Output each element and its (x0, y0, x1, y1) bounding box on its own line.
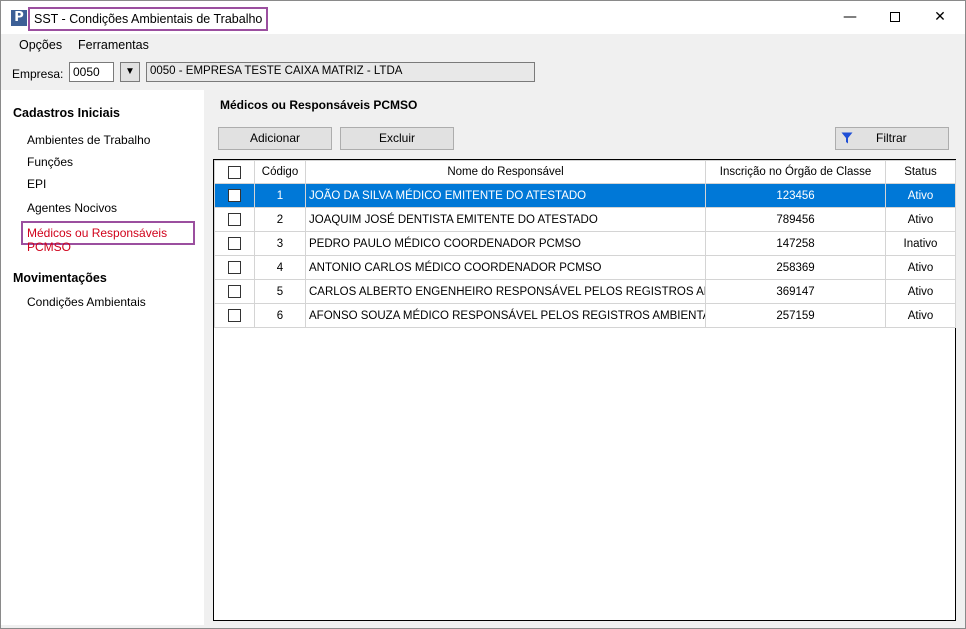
maximize-icon (890, 12, 900, 22)
filter-button[interactable]: Filtrar (835, 127, 949, 150)
empresa-code-input[interactable]: 0050 (69, 62, 114, 82)
checkbox-icon (228, 261, 241, 274)
delete-button[interactable]: Excluir (340, 127, 454, 150)
cell-nome: PEDRO PAULO MÉDICO COORDENADOR PCMSO (305, 231, 706, 256)
table-row[interactable]: 2 JOAQUIM JOSÉ DENTISTA EMITENTE DO ATES… (214, 207, 956, 232)
checkbox-icon (228, 237, 241, 250)
cell-inscricao: 147258 (705, 231, 886, 256)
cell-status: Ativo (885, 279, 956, 304)
checkbox-icon (228, 309, 241, 322)
cell-codigo: 5 (254, 279, 306, 304)
app-logo-icon: P (11, 10, 27, 26)
app-window: P SST - Condições Ambientais de Trabalho… (0, 0, 966, 629)
cell-inscricao: 123456 (705, 183, 886, 208)
cell-status: Ativo (885, 255, 956, 280)
sidebar-item-agentes[interactable]: Agentes Nocivos (27, 201, 117, 215)
menu-opcoes[interactable]: Opções (19, 38, 62, 52)
checkbox-icon (228, 165, 241, 179)
title-bar[interactable]: P SST - Condições Ambientais de Trabalho… (1, 1, 965, 34)
table-row[interactable]: 1 JOÃO DA SILVA MÉDICO EMITENTE DO ATEST… (214, 183, 956, 208)
responsaveis-table: Código Nome do Responsável Inscrição no … (213, 159, 956, 621)
checkbox-icon (228, 285, 241, 298)
maximize-button[interactable] (872, 1, 918, 34)
row-checkbox[interactable] (214, 255, 255, 280)
cell-codigo: 4 (254, 255, 306, 280)
column-header-nome[interactable]: Nome do Responsável (305, 160, 706, 184)
minimize-button[interactable]: — (827, 1, 873, 34)
cell-status: Ativo (885, 207, 956, 232)
filter-icon (841, 132, 853, 144)
sidebar-item-funcoes[interactable]: Funções (27, 155, 73, 169)
menu-ferramentas[interactable]: Ferramentas (78, 38, 149, 52)
cell-nome: JOAQUIM JOSÉ DENTISTA EMITENTE DO ATESTA… (305, 207, 706, 232)
column-header-status[interactable]: Status (885, 160, 956, 184)
page-title: Médicos ou Responsáveis PCMSO (220, 98, 418, 112)
cell-nome: JOÃO DA SILVA MÉDICO EMITENTE DO ATESTAD… (305, 183, 706, 208)
window-title: SST - Condições Ambientais de Trabalho (28, 7, 269, 31)
checkbox-icon (228, 213, 241, 226)
sidebar-item-condicoes[interactable]: Condições Ambientais (27, 295, 146, 309)
sidebar: Cadastros Iniciais Ambientes de Trabalho… (1, 90, 204, 625)
cell-codigo: 2 (254, 207, 306, 232)
cell-nome: CARLOS ALBERTO ENGENHEIRO RESPONSÁVEL PE… (305, 279, 706, 304)
filter-label: Filtrar (876, 131, 907, 145)
sidebar-section-cadastros: Cadastros Iniciais (13, 106, 120, 120)
cell-nome: ANTONIO CARLOS MÉDICO COORDENADOR PCMSO (305, 255, 706, 280)
cell-inscricao: 789456 (705, 207, 886, 232)
select-all-checkbox[interactable] (214, 160, 255, 184)
sidebar-item-medicos[interactable]: Médicos ou Responsáveis PCMSO (21, 221, 195, 254)
cell-inscricao: 369147 (705, 279, 886, 304)
sidebar-item-medicos-label: Médicos ou Responsáveis PCMSO (27, 226, 168, 254)
cell-codigo: 3 (254, 231, 306, 256)
row-checkbox[interactable] (214, 279, 255, 304)
cell-status: Ativo (885, 183, 956, 208)
sidebar-section-movimentacoes: Movimentações (13, 271, 107, 285)
column-header-codigo[interactable]: Código (254, 160, 306, 184)
cell-status: Inativo (885, 231, 956, 256)
checkbox-icon (228, 189, 241, 202)
table-row[interactable]: 5 CARLOS ALBERTO ENGENHEIRO RESPONSÁVEL … (214, 279, 956, 304)
empresa-name-field: 0050 - EMPRESA TESTE CAIXA MATRIZ - LTDA (146, 62, 535, 82)
cell-status: Ativo (885, 303, 956, 328)
table-row[interactable]: 3 PEDRO PAULO MÉDICO COORDENADOR PCMSO 1… (214, 231, 956, 256)
cell-codigo: 6 (254, 303, 306, 328)
table-row[interactable]: 4 ANTONIO CARLOS MÉDICO COORDENADOR PCMS… (214, 255, 956, 280)
cell-nome: AFONSO SOUZA MÉDICO RESPONSÁVEL PELOS RE… (305, 303, 706, 328)
table-header: Código Nome do Responsável Inscrição no … (214, 160, 956, 184)
empresa-dropdown-button[interactable]: ▼ (120, 62, 140, 82)
row-checkbox[interactable] (214, 303, 255, 328)
menu-bar: Opções Ferramentas (1, 34, 965, 57)
cell-inscricao: 258369 (705, 255, 886, 280)
add-button[interactable]: Adicionar (218, 127, 332, 150)
close-button[interactable]: ✕ (917, 1, 963, 34)
cell-codigo: 1 (254, 183, 306, 208)
table-row[interactable]: 6 AFONSO SOUZA MÉDICO RESPONSÁVEL PELOS … (214, 303, 956, 328)
sidebar-item-ambientes[interactable]: Ambientes de Trabalho (27, 133, 150, 147)
row-checkbox[interactable] (214, 231, 255, 256)
row-checkbox[interactable] (214, 207, 255, 232)
row-checkbox[interactable] (214, 183, 255, 208)
sidebar-item-epi[interactable]: EPI (27, 177, 46, 191)
cell-inscricao: 257159 (705, 303, 886, 328)
empresa-label: Empresa: (12, 67, 64, 81)
column-header-inscricao[interactable]: Inscrição no Órgão de Classe (705, 160, 886, 184)
